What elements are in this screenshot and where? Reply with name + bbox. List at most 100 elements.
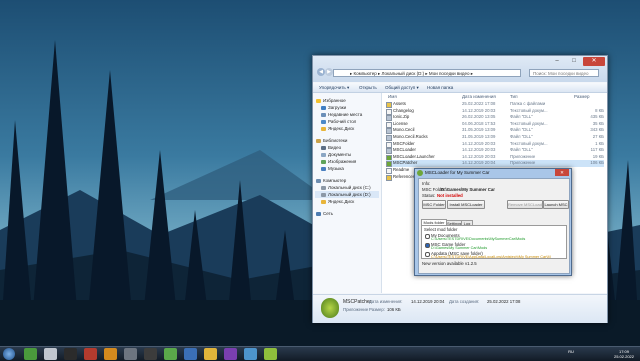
mods-folder-panel: Select mod folder My Documents C:\Users\… (421, 225, 567, 259)
file-date: 14.12.2019 20:03 (462, 107, 496, 113)
language-indicator[interactable]: RU (566, 349, 576, 354)
nav-downloads[interactable]: Загрузки (321, 104, 346, 111)
file-date: 14.12.2019 20:03 (462, 140, 496, 146)
dialog-body: Info: MSC Folder: D:\Games\My Summer Car… (418, 178, 570, 274)
file-row[interactable]: MSCLoader.Launcher 14.12.2019 20:03 Прилож… (386, 154, 604, 161)
file-size: 106 КБ (590, 160, 604, 166)
status-label: Status: (422, 193, 436, 198)
file-row[interactable]: MSCPatcher 14.12.2019 20:04 Приложение 106 … (386, 160, 604, 168)
launch-button[interactable]: Launch MSC (543, 200, 569, 209)
nav-documents[interactable]: Документы (321, 151, 351, 158)
taskbar-app-icon[interactable] (124, 348, 137, 360)
yandex-disk-icon (321, 126, 326, 131)
file-type: Файл "DLL" (510, 134, 533, 139)
details-pane: MSCPatcher Приложение Дата изменения: 14… (313, 294, 607, 323)
nav-label: Музыка (328, 166, 344, 171)
nav-favorites[interactable]: Избранное (316, 97, 346, 104)
details-size: 106 КБ (387, 307, 401, 312)
file-name: Ionic.Zip (393, 114, 410, 120)
new-folder-button[interactable]: Новая папка (427, 83, 453, 92)
file-row[interactable]: Mono.Cecil.Rocks 31.05.2019 13:09 Файл "DL… (386, 134, 604, 141)
taskbar-app-icon[interactable] (84, 348, 97, 360)
column-size[interactable]: Размер (574, 94, 589, 100)
column-type[interactable]: Тип (510, 94, 518, 100)
msc-folder-button[interactable]: MSC Folder (422, 200, 446, 209)
dialog-title: MSCLoader for My Summer Car (425, 170, 490, 175)
column-name[interactable]: Имя (388, 94, 397, 100)
dialog-close-button[interactable]: ✕ (555, 169, 569, 176)
radio-appdata[interactable] (425, 252, 430, 257)
back-button[interactable]: ◀ (317, 68, 325, 76)
file-name: MSCLoader.Launcher (393, 153, 435, 159)
file-type: Файл "DLL" (510, 127, 533, 133)
file-row[interactable]: Changelog 14.12.2019 20:03 Текстовый докум… (386, 108, 604, 115)
nav-label: Видео (328, 145, 342, 150)
nav-yandex[interactable]: Яндекс.Диск (321, 125, 354, 132)
close-button[interactable]: ✕ (583, 57, 605, 66)
details-created: 25.02.2022 17:08 (487, 299, 521, 304)
taskbar-app-icon[interactable] (224, 348, 237, 360)
clock[interactable]: 17:09 25.02.2022 (612, 349, 636, 359)
file-size: 117 КБ (590, 147, 604, 153)
file-type: Приложение (510, 153, 536, 159)
nav-disk-d[interactable]: Локальный диск (D:) (315, 191, 379, 198)
search-input[interactable]: Поиск: Мои поседки видео (529, 69, 599, 77)
details-type: Приложение (343, 307, 369, 312)
start-button[interactable] (3, 348, 15, 360)
explorer-toolbar: Упорядочить ▾ Открыть Общий доступ ▾ Нов… (313, 83, 607, 93)
file-row[interactable]: MSCLoader 14.12.2019 20:03 Файл "DLL" 117 К… (386, 147, 604, 155)
msc-folder-value: D:\Games\My Summer Car (441, 187, 495, 192)
nav-label: Изображения (328, 159, 357, 164)
nav-music[interactable]: Музыка (321, 165, 344, 172)
maximize-button[interactable]: □ (566, 57, 582, 66)
nav-images[interactable]: Изображения (321, 158, 356, 165)
file-size: 8 КБ (595, 107, 604, 113)
nav-computer[interactable]: Компьютер (316, 177, 346, 184)
taskbar-app-icon[interactable] (44, 348, 57, 360)
organize-button[interactable]: Упорядочить ▾ (319, 83, 349, 92)
taskbar-app-icon[interactable] (164, 348, 177, 360)
nav-network[interactable]: Сеть (316, 210, 333, 217)
option-path: D:\Games\My Summer Car\Mods (431, 246, 488, 250)
yandex-disk-icon (321, 199, 326, 204)
file-size: 27 КБ (592, 134, 604, 139)
nav-yandex-disk[interactable]: Яндекс.Диск (321, 198, 354, 205)
radio-my-documents[interactable] (425, 234, 430, 239)
nav-disk-c[interactable]: Локальный диск (C:) (321, 184, 371, 191)
info-label: Info: (422, 181, 431, 186)
radio-game-folder[interactable] (425, 243, 430, 248)
taskbar-app-icon[interactable] (184, 348, 197, 360)
address-bar[interactable]: ▸ Компьютер ▸ Локальный диск (D:) ▸ Мои … (333, 69, 521, 77)
taskbar-app-icon[interactable] (64, 348, 77, 360)
update-notice[interactable]: New version available v1.2.5 (422, 261, 477, 266)
music-icon (321, 166, 326, 171)
taskbar-app-icon[interactable] (244, 348, 257, 360)
file-row[interactable]: Mono.Cecil 31.05.2019 13:09 Файл "DLL" 343 … (386, 127, 604, 135)
nav-recent[interactable]: Недавние места (321, 111, 362, 118)
taskbar-app-icon[interactable] (24, 348, 37, 360)
taskbar-app-icon[interactable] (144, 348, 157, 360)
file-row[interactable]: Ionic.Zip 26.02.2020 13:05 Файл "DLL" 435 К… (386, 114, 604, 122)
minimize-button[interactable]: – (549, 57, 565, 66)
nav-desktop[interactable]: Рабочий стол (321, 118, 356, 125)
nav-label: Рабочий стол (328, 119, 357, 124)
file-name: MSCFolder (393, 140, 415, 146)
file-row[interactable]: MSCFolder 14.12.2019 20:03 Текстовый докум… (386, 141, 604, 148)
taskbar-app-icon[interactable] (264, 348, 277, 360)
forward-button[interactable]: ▶ (325, 68, 333, 76)
file-row[interactable]: Assets 25.02.2022 17:08 Папка с файлами (386, 101, 604, 108)
nav-video[interactable]: Видео (321, 144, 341, 151)
install-button[interactable]: Install MSCLoader (447, 200, 485, 209)
open-button[interactable]: Открыть (359, 83, 377, 92)
file-row[interactable]: License 04.06.2018 17:53 Текстовый докум..… (386, 121, 604, 128)
remove-button[interactable]: Remove MSCLoader (507, 200, 545, 209)
column-date[interactable]: Дата изменения (462, 94, 496, 100)
images-icon (321, 159, 326, 164)
file-date: 14.12.2019 20:03 (462, 153, 496, 159)
folder-icon[interactable] (204, 348, 217, 360)
share-button[interactable]: Общий доступ ▾ (385, 83, 419, 92)
file-type: Текстовый докум... (510, 107, 548, 113)
nav-libraries[interactable]: Библиотеки (316, 137, 347, 144)
taskbar-app-icon[interactable] (104, 348, 117, 360)
details-size-label: Размер: (369, 307, 385, 312)
